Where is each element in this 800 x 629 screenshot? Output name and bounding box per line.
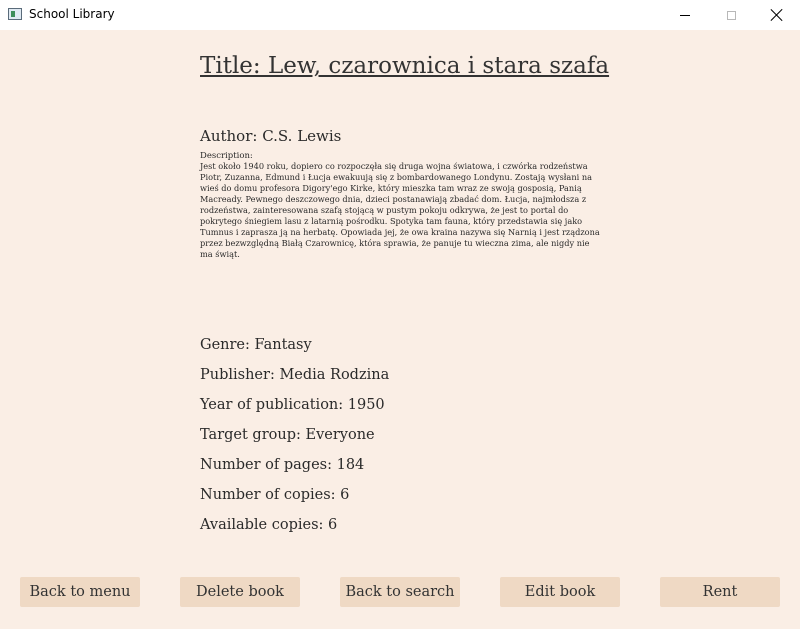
back-to-menu-button[interactable]: Back to menu [20, 577, 140, 607]
close-button[interactable] [754, 0, 800, 30]
book-author: Author: C.S. Lewis [200, 127, 342, 145]
target-group-field: Target group: Everyone [200, 427, 375, 443]
window-title: School Library [29, 7, 115, 21]
year-field: Year of publication: 1950 [200, 397, 385, 413]
book-details-panel: Title: Lew, czarownica i stara szafa Aut… [0, 30, 800, 629]
app-window-icon [8, 8, 22, 20]
maximize-icon [726, 10, 736, 20]
minimize-button[interactable] [662, 0, 708, 30]
available-copies-field: Available copies: 6 [200, 517, 338, 533]
rent-button[interactable]: Rent [660, 577, 780, 607]
book-title: Title: Lew, czarownica i stara szafa [200, 53, 610, 79]
genre-field: Genre: Fantasy [200, 337, 312, 353]
title-bar: School Library [0, 0, 800, 30]
close-icon [771, 9, 783, 21]
edit-book-button[interactable]: Edit book [500, 577, 620, 607]
minimize-icon [680, 14, 690, 16]
description-label: Description: [200, 151, 253, 161]
back-to-search-button[interactable]: Back to search [340, 577, 460, 607]
maximize-button[interactable] [708, 0, 754, 30]
pages-field: Number of pages: 184 [200, 457, 365, 473]
copies-field: Number of copies: 6 [200, 487, 350, 503]
delete-book-button[interactable]: Delete book [180, 577, 300, 607]
description-text: Jest około 1940 roku, dopiero co rozpocz… [200, 161, 600, 259]
publisher-field: Publisher: Media Rodzina [200, 367, 390, 383]
